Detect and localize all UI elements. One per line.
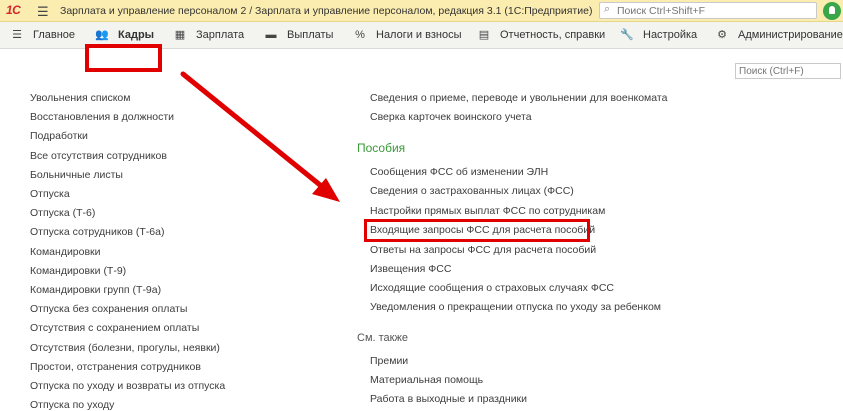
link-weekend-work[interactable]: Работа в выходные и праздники [370,393,527,405]
link-dismissals-list[interactable]: Увольнения списком [30,92,130,104]
link-parental-leaves-returns[interactable]: Отпуска по уходу и возвраты из отпуска [30,380,225,392]
sections-menu: ☰ Главное 👥 Кадры ▦ Зарплата ▬ Выплаты % Нало… [0,22,843,72]
link-paid-absences[interactable]: Отсутствия с сохранением оплаты [30,322,199,334]
link-group-trips-t9a[interactable]: Командировки групп (Т-9а) [30,284,161,296]
wallet-icon: ▬ [265,29,277,41]
link-fss-eln-messages[interactable]: Сообщения ФСС об изменении ЭЛН [370,166,548,178]
menu-item-taxes[interactable]: % Налоги и взносы [353,22,461,49]
menu-item-reports[interactable]: ▤ Отчетность, справки [477,22,605,49]
percent-icon: % [355,29,365,41]
gear-icon: ⚙ [717,29,727,41]
menu-item-settings[interactable]: 🔧 Настройка [620,22,697,49]
global-search-input[interactable] [617,4,813,17]
menu-item-salary[interactable]: ▦ Зарплата [173,22,244,49]
link-fss-request-responses[interactable]: Ответы на запросы ФСС для расчета пособи… [370,244,596,256]
panel-search-input[interactable] [736,64,840,78]
link-military-registration-info[interactable]: Сведения о приеме, переводе и увольнении… [370,92,667,104]
panel-search[interactable] [735,63,841,79]
link-business-trips-t9[interactable]: Командировки (Т-9) [30,265,126,277]
link-fss-insured-info[interactable]: Сведения о застрахованных лицах (ФСС) [370,185,574,197]
title-bar: 1С ☰ Зарплата и управление персоналом 2 … [0,0,843,22]
menu-item-payments[interactable]: ▬ Выплаты [264,22,334,49]
wrench-icon: 🔧 [620,29,634,41]
main-menu-icon[interactable]: ☰ [37,4,49,20]
app-logo: 1С [6,3,21,17]
link-business-trips[interactable]: Командировки [30,246,101,258]
app-title: Зарплата и управление персоналом 2 / Зар… [60,5,593,17]
link-bonuses[interactable]: Премии [370,355,408,367]
search-icon: ⌕ [604,3,611,15]
link-reinstatements[interactable]: Восстановления в должности [30,111,174,123]
link-absences-illness[interactable]: Отсутствия (болезни, прогулы, неявки) [30,342,220,354]
link-fss-direct-payments-settings[interactable]: Настройки прямых выплат ФСС по сотрудник… [370,205,605,217]
link-military-cards-reconciliation[interactable]: Сверка карточек воинского учета [370,111,532,123]
link-vacations[interactable]: Отпуска [30,188,70,200]
menu-item-main[interactable]: ☰ Главное [10,22,75,49]
link-material-aid[interactable]: Материальная помощь [370,374,483,386]
link-part-time-jobs[interactable]: Подработки [30,130,88,142]
section-header-benefits: Пособия [357,141,406,155]
annotation-highlight-incoming-requests [364,219,590,242]
section-header-see-also: См. также [357,332,408,344]
link-all-absences[interactable]: Все отсутствия сотрудников [30,150,167,162]
people-icon: 👥 [95,29,109,41]
menu-item-administration[interactable]: ⚙ Администрирование [715,22,843,49]
link-fss-notices[interactable]: Извещения ФСС [370,263,451,275]
global-search[interactable]: ⌕ [599,2,817,19]
link-downtimes[interactable]: Простои, отстранения сотрудников [30,361,201,373]
notifications-bell-icon[interactable] [823,2,841,20]
link-unpaid-leaves[interactable]: Отпуска без сохранения оплаты [30,303,187,315]
menu-item-kadry[interactable]: 👥 Кадры [95,22,154,49]
link-vacations-t6a[interactable]: Отпуска сотрудников (Т-6а) [30,226,164,238]
report-icon: ▤ [478,29,490,41]
calculator-icon: ▦ [174,29,186,41]
link-sick-leaves[interactable]: Больничные листы [30,169,123,181]
link-parental-leaves[interactable]: Отпуска по уходу [30,399,114,411]
menu-lines-icon: ☰ [12,29,22,41]
link-parental-leave-termination-notices[interactable]: Уведомления о прекращении отпуска по ухо… [370,301,661,313]
link-fss-outgoing-insurance-messages[interactable]: Исходящие сообщения о страховых случаях … [370,282,614,294]
link-vacations-t6[interactable]: Отпуска (Т-6) [30,207,95,219]
